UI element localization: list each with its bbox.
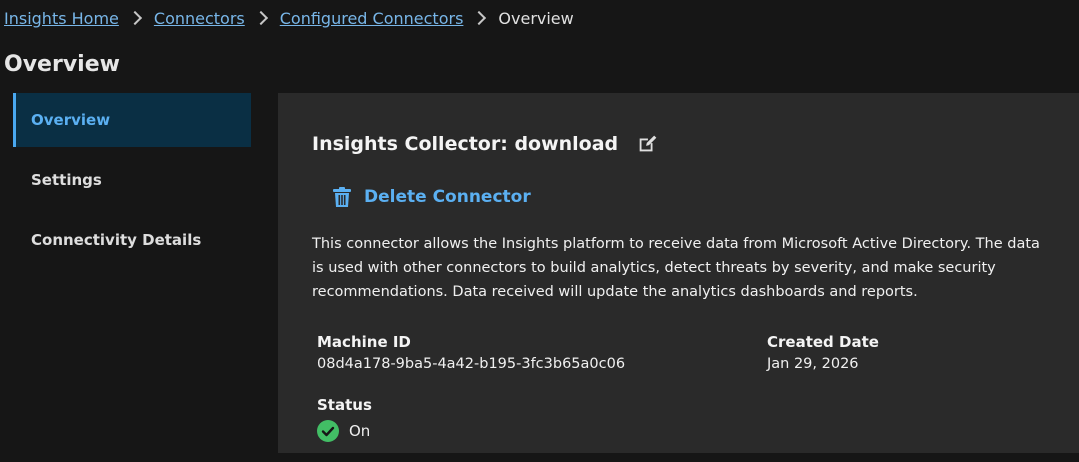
connector-title-row: Insights Collector: download [312,133,658,155]
machine-id-value: 08d4a178-9ba5-4a42-b195-3fc3b65a0c06 [317,356,626,372]
status-field: Status On [317,394,372,442]
machine-id-label: Machine ID [317,333,411,351]
sidenav-item-settings[interactable]: Settings [13,153,251,207]
created-date-field: Created Date Jan 29, 2026 [767,331,879,375]
sidenav-item-overview[interactable]: Overview [13,93,251,147]
page-title: Overview [4,52,120,77]
trash-icon [333,187,351,207]
check-circle-icon [317,420,339,442]
chevron-right-icon [253,10,268,26]
connector-description: This connector allows the Insights platf… [312,236,1040,300]
created-date-label: Created Date [767,333,879,351]
breadcrumb: Insights Home Connectors Configured Conn… [4,6,574,30]
sidenav-item-label: Overview [31,111,111,129]
created-date-value: Jan 29, 2026 [767,356,859,372]
chevron-right-icon [472,10,487,26]
status-value: On [349,422,371,440]
status-row: On [317,420,372,442]
delete-connector-button[interactable]: Delete Connector [332,186,531,208]
sidenav-item-label: Connectivity Details [31,231,202,249]
breadcrumb-connectors[interactable]: Connectors [154,9,245,28]
breadcrumb-current: Overview [498,8,574,28]
sidenav-item-label: Settings [31,171,102,189]
chevron-right-icon [127,10,142,26]
status-label: Status [317,396,372,414]
edit-icon[interactable] [636,133,658,155]
sidenav-item-connectivity-details[interactable]: Connectivity Details [13,213,251,267]
delete-connector-label: Delete Connector [364,187,531,207]
connector-title: Insights Collector: download [312,133,619,155]
overview-panel: Insights Collector: download Delete Conn… [278,93,1079,453]
side-navigation: Overview Settings Connectivity Details [13,93,251,273]
machine-id-field: Machine ID 08d4a178-9ba5-4a42-b195-3fc3b… [317,331,625,375]
breadcrumb-configured-connectors[interactable]: Configured Connectors [280,9,464,28]
breadcrumb-insights-home[interactable]: Insights Home [4,9,119,28]
